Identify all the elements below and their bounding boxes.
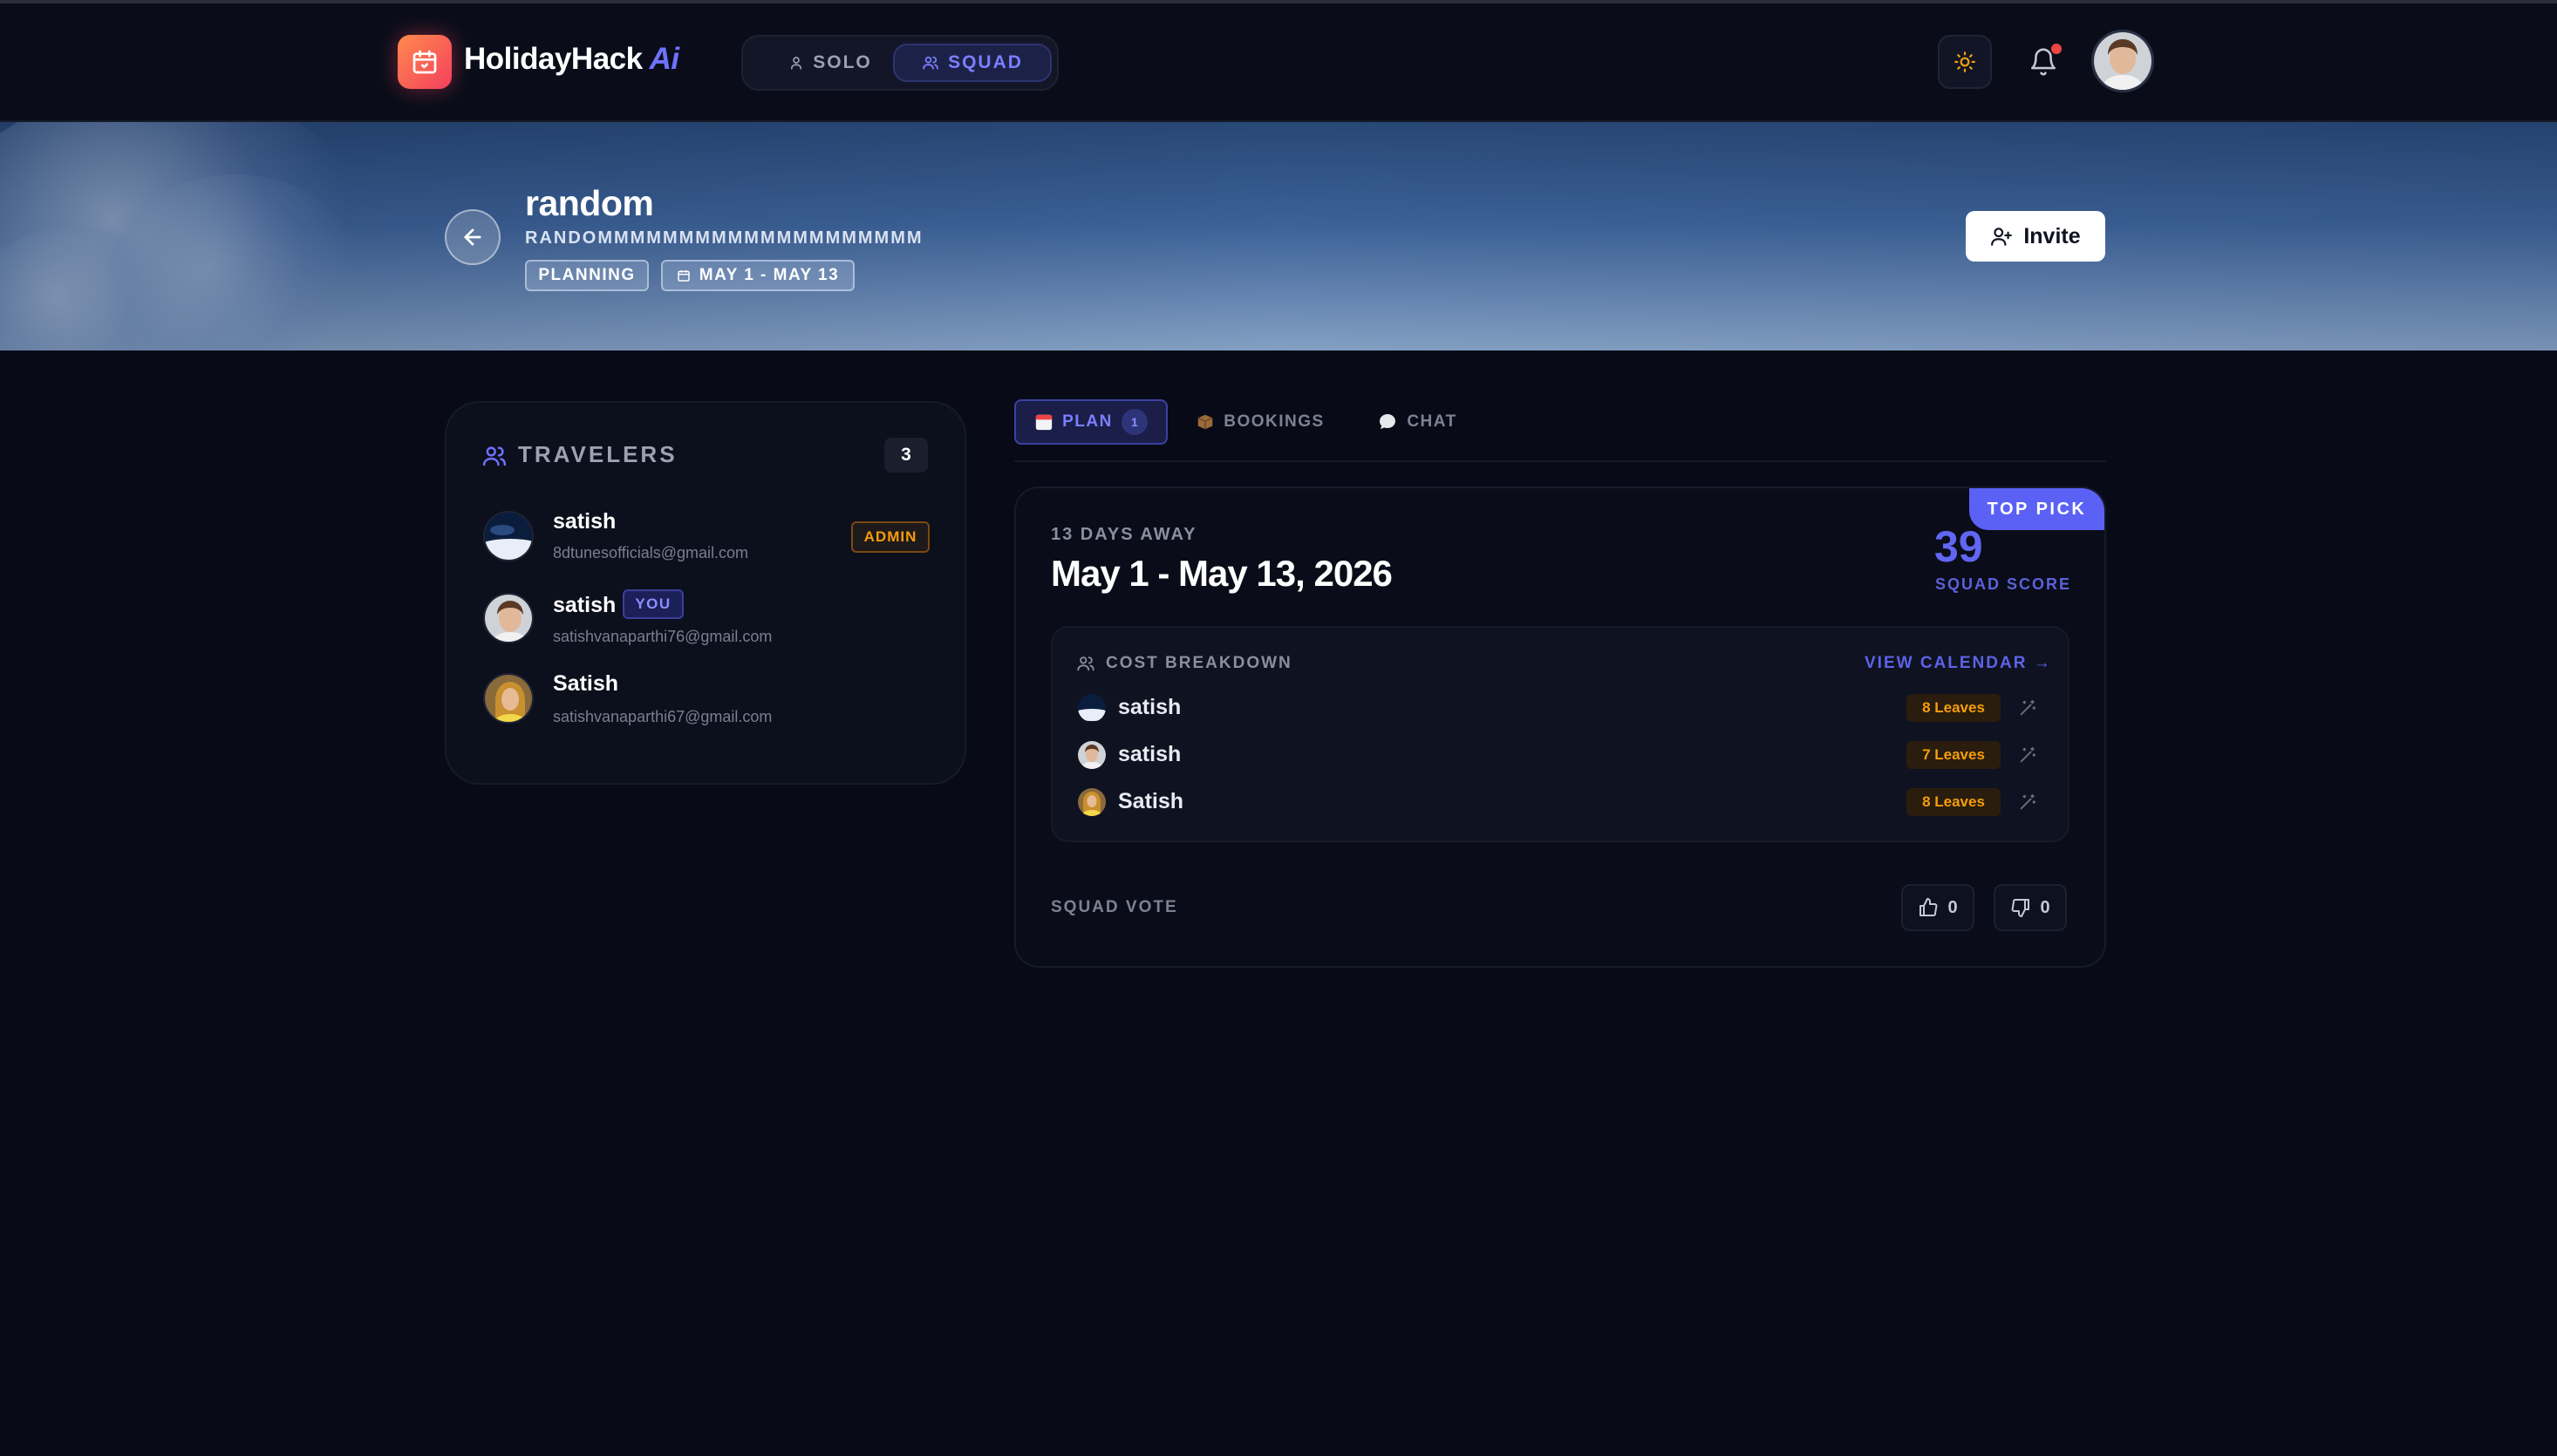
- avatar: [483, 511, 534, 561]
- users-icon: [1077, 657, 1094, 671]
- admin-badge: ADMIN: [851, 521, 930, 553]
- you-badge: YOU: [623, 589, 684, 619]
- mode-solo-label: SOLO: [813, 52, 872, 72]
- users-icon: [923, 56, 938, 70]
- arrow-left-icon: [464, 228, 481, 246]
- user-icon: [791, 57, 802, 70]
- cost-row-name: satish: [1118, 742, 1182, 766]
- user-plus-icon: [1991, 228, 2013, 246]
- view-calendar-link[interactable]: VIEW CALENDAR →: [1865, 654, 2052, 673]
- mode-toggle: SOLO SQUAD: [741, 35, 1059, 91]
- traveler-email: 8dtunesofficials@gmail.com: [553, 544, 749, 561]
- thumbs-up-icon: [1919, 898, 1938, 916]
- travelers-heading: TRAVELERS: [518, 441, 678, 467]
- calendar-small-icon: [678, 270, 690, 282]
- magic-wand-icon[interactable]: [2018, 698, 2037, 718]
- trip-dates-label: MAY 1 - MAY 13: [699, 266, 840, 284]
- magic-wand-icon[interactable]: [2018, 745, 2037, 765]
- squad-score-label: SQUAD SCORE: [1935, 575, 2072, 593]
- trip-dates-badge: MAY 1 - MAY 13: [661, 260, 855, 291]
- downvote-button[interactable]: 0: [1994, 884, 2067, 931]
- plan-date-range: May 1 - May 13, 2026: [1051, 553, 1393, 594]
- calendar-icon: [413, 50, 437, 74]
- leaves-badge: 8 Leaves: [1906, 788, 2001, 816]
- upvote-button[interactable]: 0: [1901, 884, 1974, 931]
- invite-label: Invite: [2023, 223, 2081, 248]
- brand-text: HolidayHack: [464, 42, 643, 76]
- traveler-email: satishvanaparthi67@gmail.com: [553, 708, 773, 725]
- mode-squad-button[interactable]: SQUAD: [893, 44, 1052, 82]
- cost-row-name: satish: [1118, 695, 1182, 719]
- avatar: [483, 673, 534, 724]
- thumbs-down-icon: [2012, 899, 2030, 917]
- calendar-emoji-icon: [1035, 414, 1053, 431]
- tab-bookings-label: BOOKINGS: [1224, 412, 1325, 431]
- trip-title: random: [525, 183, 654, 223]
- notification-dot: [2051, 44, 2062, 54]
- leaves-badge: 7 Leaves: [1906, 741, 2001, 769]
- theme-toggle-button[interactable]: [1938, 35, 1992, 89]
- tab-chat-label: CHAT: [1407, 412, 1457, 431]
- sun-icon: [1954, 51, 1975, 72]
- brand-name[interactable]: HolidayHack Ai: [464, 42, 679, 77]
- app-logo[interactable]: [398, 35, 452, 89]
- travelers-count: 3: [884, 438, 928, 473]
- trip-status-badge: PLANNING: [525, 260, 649, 291]
- avatar-photo: [2094, 32, 2151, 90]
- tab-plan-label: PLAN: [1062, 412, 1113, 431]
- mode-solo-button[interactable]: SOLO: [760, 44, 900, 82]
- tab-plan-count: 1: [1121, 409, 1148, 435]
- days-away-label: 13 DAYS AWAY: [1051, 525, 1197, 544]
- back-button[interactable]: [445, 209, 501, 265]
- trip-hero-banner: [0, 122, 2557, 350]
- squad-vote-label: SQUAD VOTE: [1051, 898, 1178, 916]
- cost-breakdown-title: COST BREAKDOWN: [1106, 654, 1292, 672]
- avatar: [1078, 741, 1106, 769]
- leaves-badge: 8 Leaves: [1906, 694, 2001, 722]
- downvote-count: 0: [2040, 897, 2050, 917]
- invite-button[interactable]: Invite: [1966, 211, 2105, 262]
- trip-description: RANDOMMMMMMMMMMMMMMMMMMMM: [525, 228, 924, 248]
- avatar: [1078, 694, 1106, 722]
- traveler-name: Satish: [553, 671, 619, 696]
- mode-squad-label: SQUAD: [948, 52, 1023, 72]
- tab-bookings[interactable]: BOOKINGS: [1186, 399, 1334, 445]
- tab-chat[interactable]: CHAT: [1362, 399, 1472, 445]
- trip-status-label: PLANNING: [538, 266, 636, 284]
- user-avatar[interactable]: [2091, 30, 2154, 92]
- avatar: [1078, 788, 1106, 816]
- avatar: [483, 593, 534, 643]
- users-icon: [482, 446, 507, 466]
- top-pick-ribbon: TOP PICK: [1969, 488, 2104, 530]
- cost-row-name: Satish: [1118, 789, 1184, 813]
- tab-plan[interactable]: PLAN 1: [1014, 399, 1168, 445]
- traveler-name: satish: [553, 593, 617, 617]
- traveler-name: satish: [553, 509, 617, 534]
- magic-wand-icon[interactable]: [2018, 793, 2037, 812]
- squad-score-value: 39: [1934, 522, 1983, 571]
- top-navbar: [0, 0, 2557, 122]
- upvote-count: 0: [1947, 897, 1958, 917]
- brand-ai-suffix: Ai: [649, 42, 680, 76]
- traveler-email: satishvanaparthi76@gmail.com: [553, 628, 773, 645]
- package-emoji-icon: [1197, 414, 1213, 430]
- tabs-divider: [1014, 460, 2106, 462]
- speech-bubble-emoji-icon: [1380, 414, 1396, 429]
